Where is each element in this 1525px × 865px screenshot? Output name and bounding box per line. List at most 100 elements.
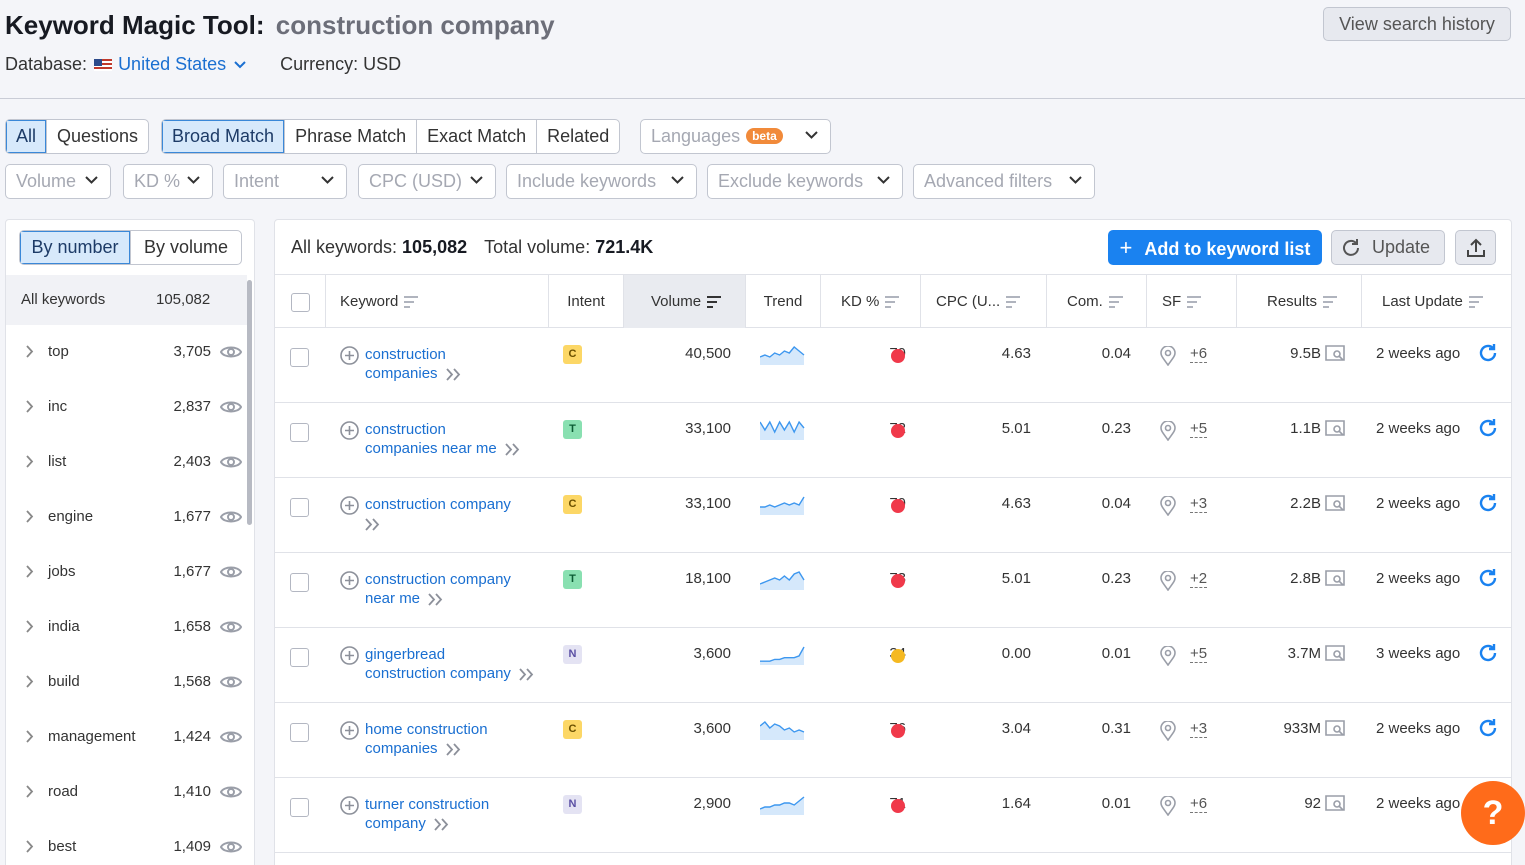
intent-badge[interactable]: C <box>563 720 582 739</box>
chevron-right-icon[interactable] <box>26 840 34 853</box>
tab-exact-match[interactable]: Exact Match <box>416 120 536 153</box>
add-circle-icon[interactable] <box>340 646 359 665</box>
col-sf[interactable]: SF <box>1146 275 1236 328</box>
cpc-filter[interactable]: CPC (USD) <box>358 164 496 199</box>
keyword-link[interactable]: turner construction <box>365 796 489 813</box>
intent-badge[interactable]: N <box>563 795 582 814</box>
col-results[interactable]: Results <box>1236 275 1361 328</box>
refresh-icon[interactable] <box>1478 718 1498 738</box>
add-circle-icon[interactable] <box>340 796 359 815</box>
keyword-link[interactable]: construction company <box>365 665 511 682</box>
refresh-icon[interactable] <box>1478 568 1498 588</box>
chevron-right-icon[interactable] <box>26 565 34 578</box>
intent-filter[interactable]: Intent <box>223 164 347 199</box>
group-item[interactable]: list 2,403 <box>6 435 247 490</box>
keyword-link[interactable]: construction company <box>365 571 511 588</box>
chevron-right-icon[interactable] <box>26 510 34 523</box>
chevron-right-icon[interactable] <box>26 730 34 743</box>
row-checkbox[interactable] <box>290 423 309 442</box>
volume-filter[interactable]: Volume <box>5 164 111 199</box>
group-item[interactable]: best 1,409 <box>6 820 247 865</box>
chevron-right-icon[interactable] <box>26 455 34 468</box>
row-checkbox[interactable] <box>290 348 309 367</box>
col-cpc[interactable]: CPC (U... <box>920 275 1046 328</box>
tab-all[interactable]: All <box>6 120 47 153</box>
trend-sparkline[interactable] <box>760 720 806 742</box>
advanced-filters[interactable]: Advanced filters <box>913 164 1095 199</box>
chevron-right-icon[interactable] <box>26 785 34 798</box>
group-item[interactable]: inc 2,837 <box>6 380 247 435</box>
add-circle-icon[interactable] <box>340 346 359 365</box>
serp-preview-icon[interactable] <box>1325 420 1345 438</box>
eye-icon[interactable] <box>220 454 242 470</box>
trend-sparkline[interactable] <box>760 795 806 817</box>
chevron-right-icon[interactable] <box>26 675 34 688</box>
update-button[interactable]: Update <box>1331 230 1445 265</box>
by-number-button[interactable]: By number <box>20 231 130 264</box>
tab-related[interactable]: Related <box>536 120 619 153</box>
keyword-link[interactable]: construction <box>365 346 446 363</box>
keyword-link[interactable]: construction company <box>365 496 511 513</box>
refresh-icon[interactable] <box>1478 643 1498 663</box>
keyword-link[interactable]: company <box>365 815 426 832</box>
double-chevron-icon[interactable] <box>445 368 462 381</box>
sf-more-count[interactable]: +3 <box>1190 495 1208 513</box>
include-keywords-filter[interactable]: Include keywords <box>506 164 697 199</box>
double-chevron-icon[interactable] <box>365 518 381 531</box>
chevron-right-icon[interactable] <box>26 345 34 358</box>
add-circle-icon[interactable] <box>340 721 359 740</box>
location-pin-icon[interactable] <box>1160 796 1176 816</box>
sf-more-count[interactable]: +6 <box>1190 795 1208 813</box>
eye-icon[interactable] <box>220 399 242 415</box>
serp-preview-icon[interactable] <box>1325 495 1345 513</box>
eye-icon[interactable] <box>220 344 242 360</box>
all-keywords-group[interactable]: All keywords 105,082 <box>6 275 247 325</box>
group-item[interactable]: top 3,705 <box>6 325 247 380</box>
keyword-link[interactable]: companies <box>365 365 438 382</box>
group-item[interactable]: jobs 1,677 <box>6 545 247 600</box>
keyword-link[interactable]: construction <box>365 421 446 438</box>
tab-broad-match[interactable]: Broad Match <box>162 120 285 153</box>
row-checkbox[interactable] <box>290 798 309 817</box>
trend-sparkline[interactable] <box>760 570 806 592</box>
eye-icon[interactable] <box>220 674 242 690</box>
serp-preview-icon[interactable] <box>1325 345 1345 363</box>
tab-phrase-match[interactable]: Phrase Match <box>284 120 416 153</box>
eye-icon[interactable] <box>220 509 242 525</box>
eye-icon[interactable] <box>220 784 242 800</box>
group-item[interactable]: road 1,410 <box>6 765 247 820</box>
add-circle-icon[interactable] <box>340 421 359 440</box>
eye-icon[interactable] <box>220 839 242 855</box>
refresh-icon[interactable] <box>1478 493 1498 513</box>
eye-icon[interactable] <box>220 564 242 580</box>
chevron-right-icon[interactable] <box>26 400 34 413</box>
group-item[interactable]: build 1,568 <box>6 655 247 710</box>
add-circle-icon[interactable] <box>340 571 359 590</box>
col-last-update[interactable]: Last Update <box>1361 275 1511 328</box>
refresh-icon[interactable] <box>1478 343 1498 363</box>
trend-sparkline[interactable] <box>760 495 806 517</box>
double-chevron-icon[interactable] <box>519 668 535 681</box>
row-checkbox[interactable] <box>290 648 309 667</box>
col-kd[interactable]: KD % <box>820 275 920 328</box>
serp-preview-icon[interactable] <box>1325 795 1345 813</box>
keyword-link[interactable]: home construction <box>365 721 488 738</box>
chevron-right-icon[interactable] <box>26 620 34 633</box>
double-chevron-icon[interactable] <box>445 743 462 756</box>
view-search-history-button[interactable]: View search history <box>1323 7 1511 41</box>
exclude-keywords-filter[interactable]: Exclude keywords <box>707 164 903 199</box>
intent-badge[interactable]: T <box>563 570 582 589</box>
sf-more-count[interactable]: +5 <box>1190 645 1208 663</box>
keyword-link[interactable]: companies <box>365 740 438 757</box>
tab-questions[interactable]: Questions <box>46 120 148 153</box>
help-button[interactable]: ? <box>1461 781 1525 845</box>
trend-sparkline[interactable] <box>760 345 806 367</box>
col-com[interactable]: Com. <box>1046 275 1146 328</box>
group-list-scrollbar[interactable] <box>247 280 252 525</box>
database-select[interactable]: United States <box>118 54 246 75</box>
kd-filter[interactable]: KD % <box>123 164 213 199</box>
eye-icon[interactable] <box>220 619 242 635</box>
intent-badge[interactable]: N <box>563 645 582 664</box>
location-pin-icon[interactable] <box>1160 571 1176 591</box>
keyword-link[interactable]: near me <box>365 590 420 607</box>
